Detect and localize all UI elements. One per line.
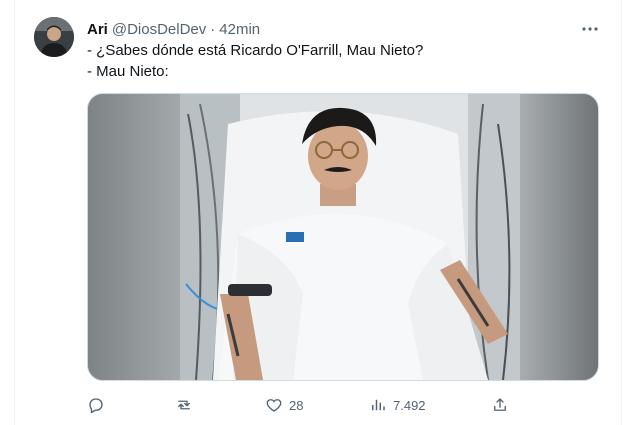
- reply-button[interactable]: [87, 393, 111, 417]
- user-handle[interactable]: @DiosDelDev: [112, 21, 206, 38]
- photo-image: [88, 94, 598, 380]
- heart-icon: [266, 399, 282, 412]
- tweet-media-photo[interactable]: [87, 93, 599, 381]
- like-button[interactable]: 28: [265, 393, 303, 417]
- retweet-button[interactable]: [175, 393, 199, 417]
- separator-dot: ·: [210, 20, 216, 38]
- share-button[interactable]: [491, 393, 509, 417]
- like-count: 28: [289, 397, 304, 413]
- display-name[interactable]: Ari: [87, 21, 108, 38]
- tweet-actions: 28 7.492: [87, 393, 607, 417]
- retweet-icon: [178, 400, 190, 410]
- tweet-text: - ¿Sabes dónde está Ricardo O'Farrill, M…: [87, 40, 423, 82]
- reply-icon: [89, 398, 103, 414]
- timeline-left-border: [14, 0, 15, 425]
- views-count: 7.492: [393, 397, 426, 413]
- tweet-text-line-1: - ¿Sabes dónde está Ricardo O'Farrill, M…: [87, 42, 424, 59]
- timeline-right-border: [621, 0, 622, 425]
- tweet-page: Ari @DiosDelDev · 42min - ¿Sabes dónde e…: [0, 0, 643, 425]
- views-icon: [372, 399, 385, 411]
- views-button[interactable]: 7.492: [369, 393, 426, 417]
- tweet-header: Ari @DiosDelDev · 42min: [87, 19, 260, 39]
- tweet-text-line-2: - Mau Nieto:: [87, 63, 169, 80]
- timestamp[interactable]: 42min: [219, 21, 260, 38]
- avatar-image: [34, 17, 74, 57]
- share-icon: [494, 398, 506, 411]
- more-icon: [582, 27, 598, 31]
- avatar[interactable]: [34, 17, 74, 57]
- more-button[interactable]: [578, 18, 602, 40]
